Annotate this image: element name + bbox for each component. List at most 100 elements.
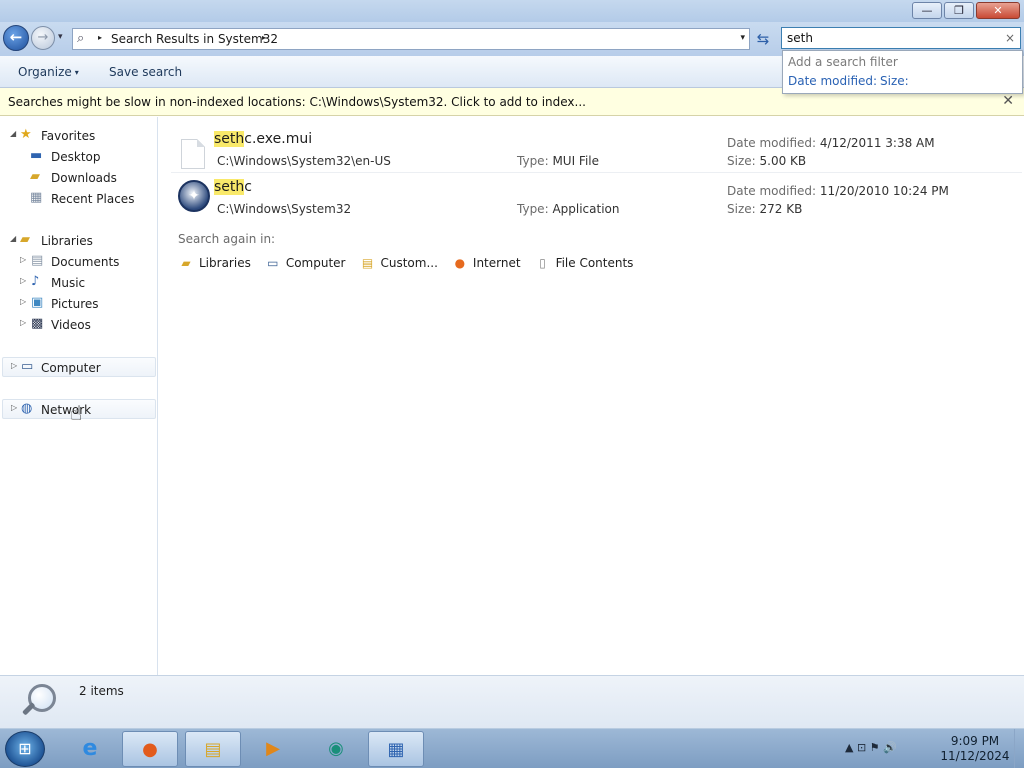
nav-item-computer[interactable]: ▷ ▭ Computer: [2, 357, 156, 377]
filter-size[interactable]: Size:: [880, 74, 909, 88]
control-panel-icon[interactable]: ▦: [368, 731, 424, 767]
type-label: Type:: [517, 154, 549, 168]
hand-cursor-icon: ☝: [70, 401, 83, 425]
type-value: Application: [552, 202, 620, 216]
file-name-rest: c: [244, 179, 252, 195]
close-button[interactable]: ✕: [976, 2, 1020, 19]
file-size: Size: 5.00 KB: [727, 154, 806, 168]
nav-item-music[interactable]: ▷ ♪ Music: [0, 273, 154, 293]
search-again-bar: ▰ Libraries ▭ Computer ▤ Custom... ● Interne…: [178, 253, 633, 273]
save-search-button[interactable]: Save search: [109, 65, 182, 79]
firefox-icon[interactable]: ●: [122, 731, 178, 767]
nav-label: Pictures: [51, 297, 99, 311]
close-icon[interactable]: ✕: [1002, 93, 1014, 109]
expander-icon[interactable]: ◢: [10, 129, 16, 138]
expander-icon[interactable]: ◢: [10, 234, 16, 243]
window-controls: — ❐ ✕: [912, 2, 1020, 19]
clear-search-icon[interactable]: ×: [1005, 31, 1015, 45]
nav-item-downloads[interactable]: ▰ Downloads: [0, 168, 154, 188]
taskbar: ⊞ e ● ▤ ▶ ◉ ▦ ▲ ⊡ ⚑ 🔊 9:09 PM 11/12/2024: [0, 728, 1024, 768]
maximize-button[interactable]: ❐: [944, 2, 974, 19]
type-value: MUI File: [552, 154, 600, 168]
nav-item-desktop[interactable]: ▬ Desktop: [0, 147, 154, 167]
size-label: Size:: [727, 202, 756, 216]
nav-label: Downloads: [51, 171, 117, 185]
result-row[interactable]: sethc.exe.mui C:\Windows\System32\en-US …: [171, 125, 1022, 173]
size-value: 5.00 KB: [759, 154, 807, 168]
media-player-icon[interactable]: ▶: [245, 731, 301, 767]
search-again-label: Libraries: [199, 256, 251, 270]
system-tray-icons[interactable]: ▲ ⊡ ⚑ 🔊: [845, 741, 897, 754]
result-row[interactable]: ✦ sethc C:\Windows\System32 Type: Applic…: [171, 173, 1022, 221]
filter-date-modified[interactable]: Date modified:: [788, 74, 877, 88]
expander-icon[interactable]: ▷: [11, 361, 17, 370]
address-dropdown-icon[interactable]: ▾: [740, 33, 745, 43]
type-label: Type:: [517, 202, 549, 216]
file-name[interactable]: sethc: [214, 179, 252, 195]
search-again-computer[interactable]: ▭ Computer: [265, 253, 345, 273]
start-button[interactable]: ⊞: [5, 731, 45, 767]
date-label: Date modified:: [727, 136, 817, 150]
computer-icon: ▭: [21, 359, 34, 374]
windows-explorer-icon[interactable]: ▤: [185, 731, 241, 767]
nav-item-videos[interactable]: ▷ ▩ Videos: [0, 315, 154, 335]
search-again-label: File Contents: [555, 256, 634, 270]
file-name[interactable]: sethc.exe.mui: [214, 131, 312, 147]
music-icon: ♪: [31, 274, 40, 289]
expander-icon[interactable]: ▷: [20, 276, 26, 285]
breadcrumb-arrow-icon[interactable]: ▸: [262, 33, 266, 42]
chevron-down-icon: ▾: [74, 68, 79, 77]
recent-pages-dropdown[interactable]: ▾: [58, 32, 63, 42]
nav-item-pictures[interactable]: ▷ ▣ Pictures: [0, 294, 154, 314]
search-again-title: Search again in:: [178, 232, 276, 246]
recent-places-icon: ▦: [30, 190, 43, 205]
nav-item-libraries[interactable]: ◢ ▰ Libraries: [0, 231, 154, 251]
date-value: 4/12/2011 3:38 AM: [819, 136, 935, 150]
documents-icon: ▤: [31, 253, 44, 268]
refresh-icon[interactable]: ⇆: [752, 28, 774, 50]
nav-label: Computer: [41, 361, 101, 375]
search-again-file-contents[interactable]: ▯ File Contents: [535, 253, 634, 273]
search-again-libraries[interactable]: ▰ Libraries: [178, 253, 251, 273]
nav-item-favorites[interactable]: ◢ ★ Favorites: [0, 126, 154, 146]
search-again-label: Custom...: [380, 256, 438, 270]
nav-item-recent-places[interactable]: ▦ Recent Places: [0, 189, 154, 209]
nav-label: Music: [51, 276, 86, 290]
file-type: Type: Application: [517, 202, 620, 216]
size-value: 272 KB: [759, 202, 803, 216]
expander-icon[interactable]: ▷: [20, 255, 26, 264]
search-value: seth: [787, 31, 813, 45]
expander-icon[interactable]: ▷: [20, 318, 26, 327]
breadcrumb-arrow-icon[interactable]: ▸: [98, 33, 102, 42]
nav-item-documents[interactable]: ▷ ▤ Documents: [0, 252, 154, 272]
libraries-icon: ▰: [20, 232, 30, 247]
search-input[interactable]: seth ×: [781, 27, 1021, 49]
size-label: Size:: [727, 154, 756, 168]
nav-label: Favorites: [41, 129, 96, 143]
expander-icon[interactable]: ▷: [11, 403, 17, 412]
internet-explorer-icon[interactable]: e: [62, 731, 118, 767]
clock[interactable]: 9:09 PM 11/12/2024: [935, 734, 1015, 764]
info-bar-message[interactable]: Searches might be slow in non-indexed lo…: [8, 95, 586, 109]
search-again-custom[interactable]: ▤ Custom...: [359, 253, 438, 273]
search-again-internet[interactable]: ● Internet: [452, 253, 521, 273]
expander-icon[interactable]: ▷: [20, 297, 26, 306]
address-bar[interactable]: ⌕ ▸ Search Results in System32 ▸ ▾: [72, 28, 750, 50]
organize-label: Organize: [18, 65, 72, 79]
breadcrumb-location[interactable]: Search Results in System32: [111, 32, 278, 46]
details-pane: 2 items: [0, 675, 1024, 728]
file-path: C:\Windows\System32: [217, 202, 352, 216]
navigation-pane: ◢ ★ Favorites ▬ Desktop ▰ Downloads ▦ Re…: [0, 117, 158, 675]
back-button[interactable]: ←: [3, 25, 29, 51]
pictures-icon: ▣: [31, 295, 44, 310]
minimize-button[interactable]: —: [912, 2, 942, 19]
forward-button[interactable]: →: [31, 26, 55, 50]
star-icon: ★: [20, 127, 32, 142]
organize-button[interactable]: Organize ▾: [18, 65, 79, 79]
app-icon[interactable]: ◉: [308, 731, 364, 767]
file-type: Type: MUI File: [517, 154, 599, 168]
nav-label: Network: [41, 403, 92, 417]
desktop-icon: ▬: [30, 148, 43, 163]
show-desktop-button[interactable]: [1014, 729, 1024, 768]
document-file-icon: [181, 139, 205, 169]
